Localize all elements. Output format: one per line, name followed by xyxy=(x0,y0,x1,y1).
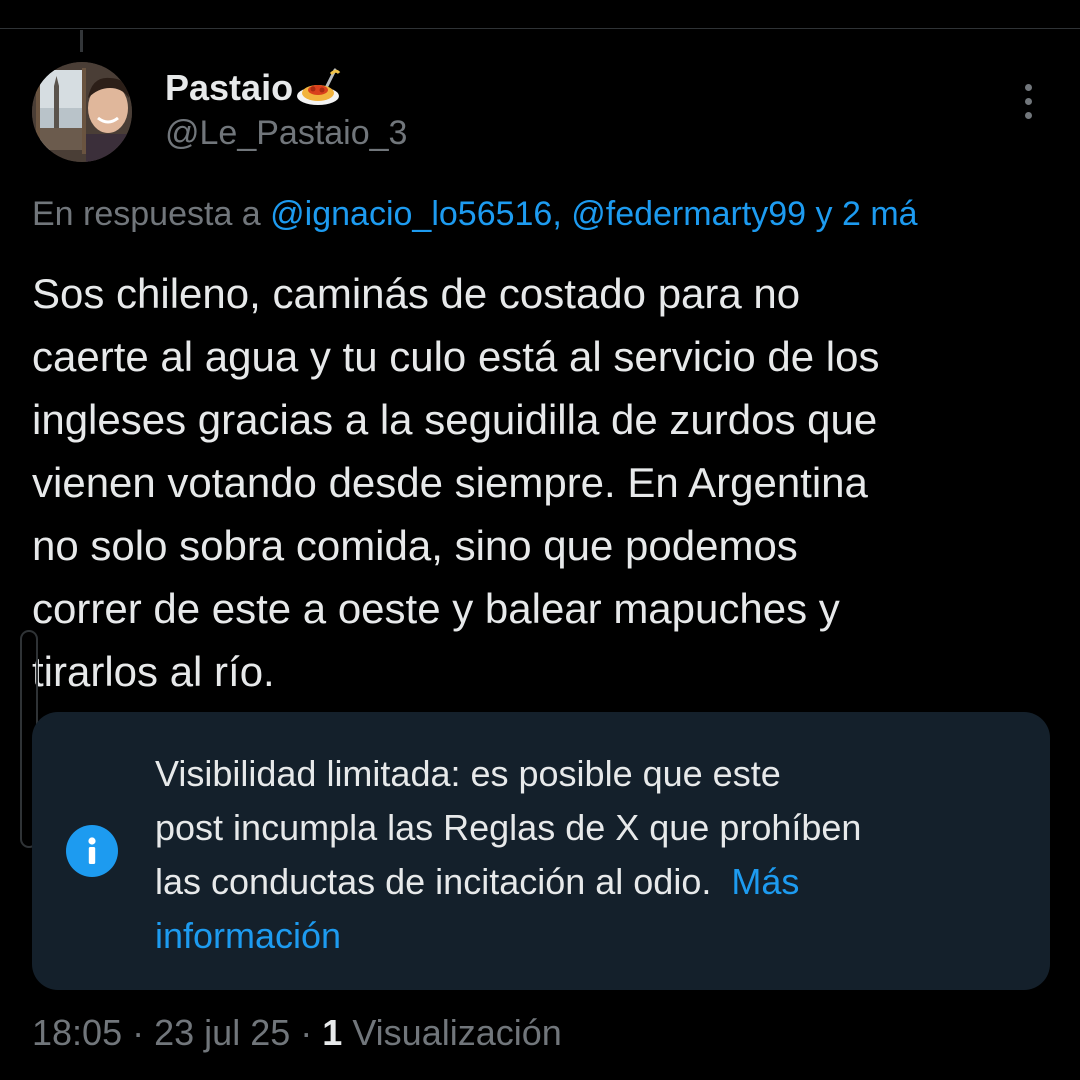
post-time[interactable]: 18:05 xyxy=(32,1012,122,1053)
meta-separator: · xyxy=(132,1012,145,1053)
reply-prefix: En respuesta a xyxy=(32,195,261,233)
notice-text: Visibilidad limitada: es posible que est… xyxy=(155,747,1015,963)
avatar[interactable] xyxy=(32,62,132,162)
post-text-line: vienen votando desde siempre. En Argenti… xyxy=(32,459,868,506)
views-label: Visualización xyxy=(352,1012,562,1053)
post-text-line: tirarlos al río. xyxy=(32,648,275,695)
post-text-line: ingleses gracias a la seguidilla de zurd… xyxy=(32,396,878,443)
more-mentions-link[interactable]: y 2 má xyxy=(816,195,918,233)
post-date[interactable]: 23 jul 25 xyxy=(154,1012,290,1053)
post-text: Sos chileno, caminás de costado para no … xyxy=(32,262,1042,703)
display-name-text: Pastaio xyxy=(165,67,294,108)
post-text-line: no solo sobra comida, sino que podemos xyxy=(32,522,798,569)
notice-text-line: Visibilidad limitada: es posible que est… xyxy=(155,753,781,794)
user-handle[interactable]: @Le_Pastaio_3 xyxy=(165,114,407,153)
notice-text-line: las conductas de incitación al odio. Más xyxy=(155,855,1015,909)
avatar-photo xyxy=(32,62,132,162)
reply-context: En respuesta a @ignacio_lo56516, @federm… xyxy=(32,195,1080,234)
meta-separator: · xyxy=(300,1012,313,1053)
info-icon xyxy=(66,825,118,877)
post-text-line: Sos chileno, caminás de costado para no xyxy=(32,270,801,317)
post-text-line: caerte al agua y tu culo está al servici… xyxy=(32,333,880,380)
display-name[interactable]: Pastaio xyxy=(165,66,341,110)
more-options-icon[interactable] xyxy=(1012,80,1046,124)
mention-link-2[interactable]: @federmarty99 xyxy=(571,195,806,233)
top-divider xyxy=(0,28,1080,29)
post-metadata: 18:05 · 23 jul 25 · 1 Visualización xyxy=(32,1012,562,1054)
notice-text-line: post incumpla las Reglas de X que prohíb… xyxy=(155,807,862,848)
more-info-link[interactable]: Más xyxy=(731,861,799,902)
spaghetti-emoji-icon xyxy=(295,66,341,110)
mention-link-1[interactable]: @ignacio_lo56516, xyxy=(270,195,562,233)
limited-visibility-notice: Visibilidad limitada: es posible que est… xyxy=(32,712,1050,990)
thread-connector-line xyxy=(80,30,83,52)
views-count: 1 xyxy=(322,1012,343,1053)
more-info-link-continued[interactable]: información xyxy=(155,909,1015,963)
notice-text-line-content: las conductas de incitación al odio. xyxy=(155,861,712,902)
post-text-line: correr de este a oeste y balear mapuches… xyxy=(32,585,840,632)
